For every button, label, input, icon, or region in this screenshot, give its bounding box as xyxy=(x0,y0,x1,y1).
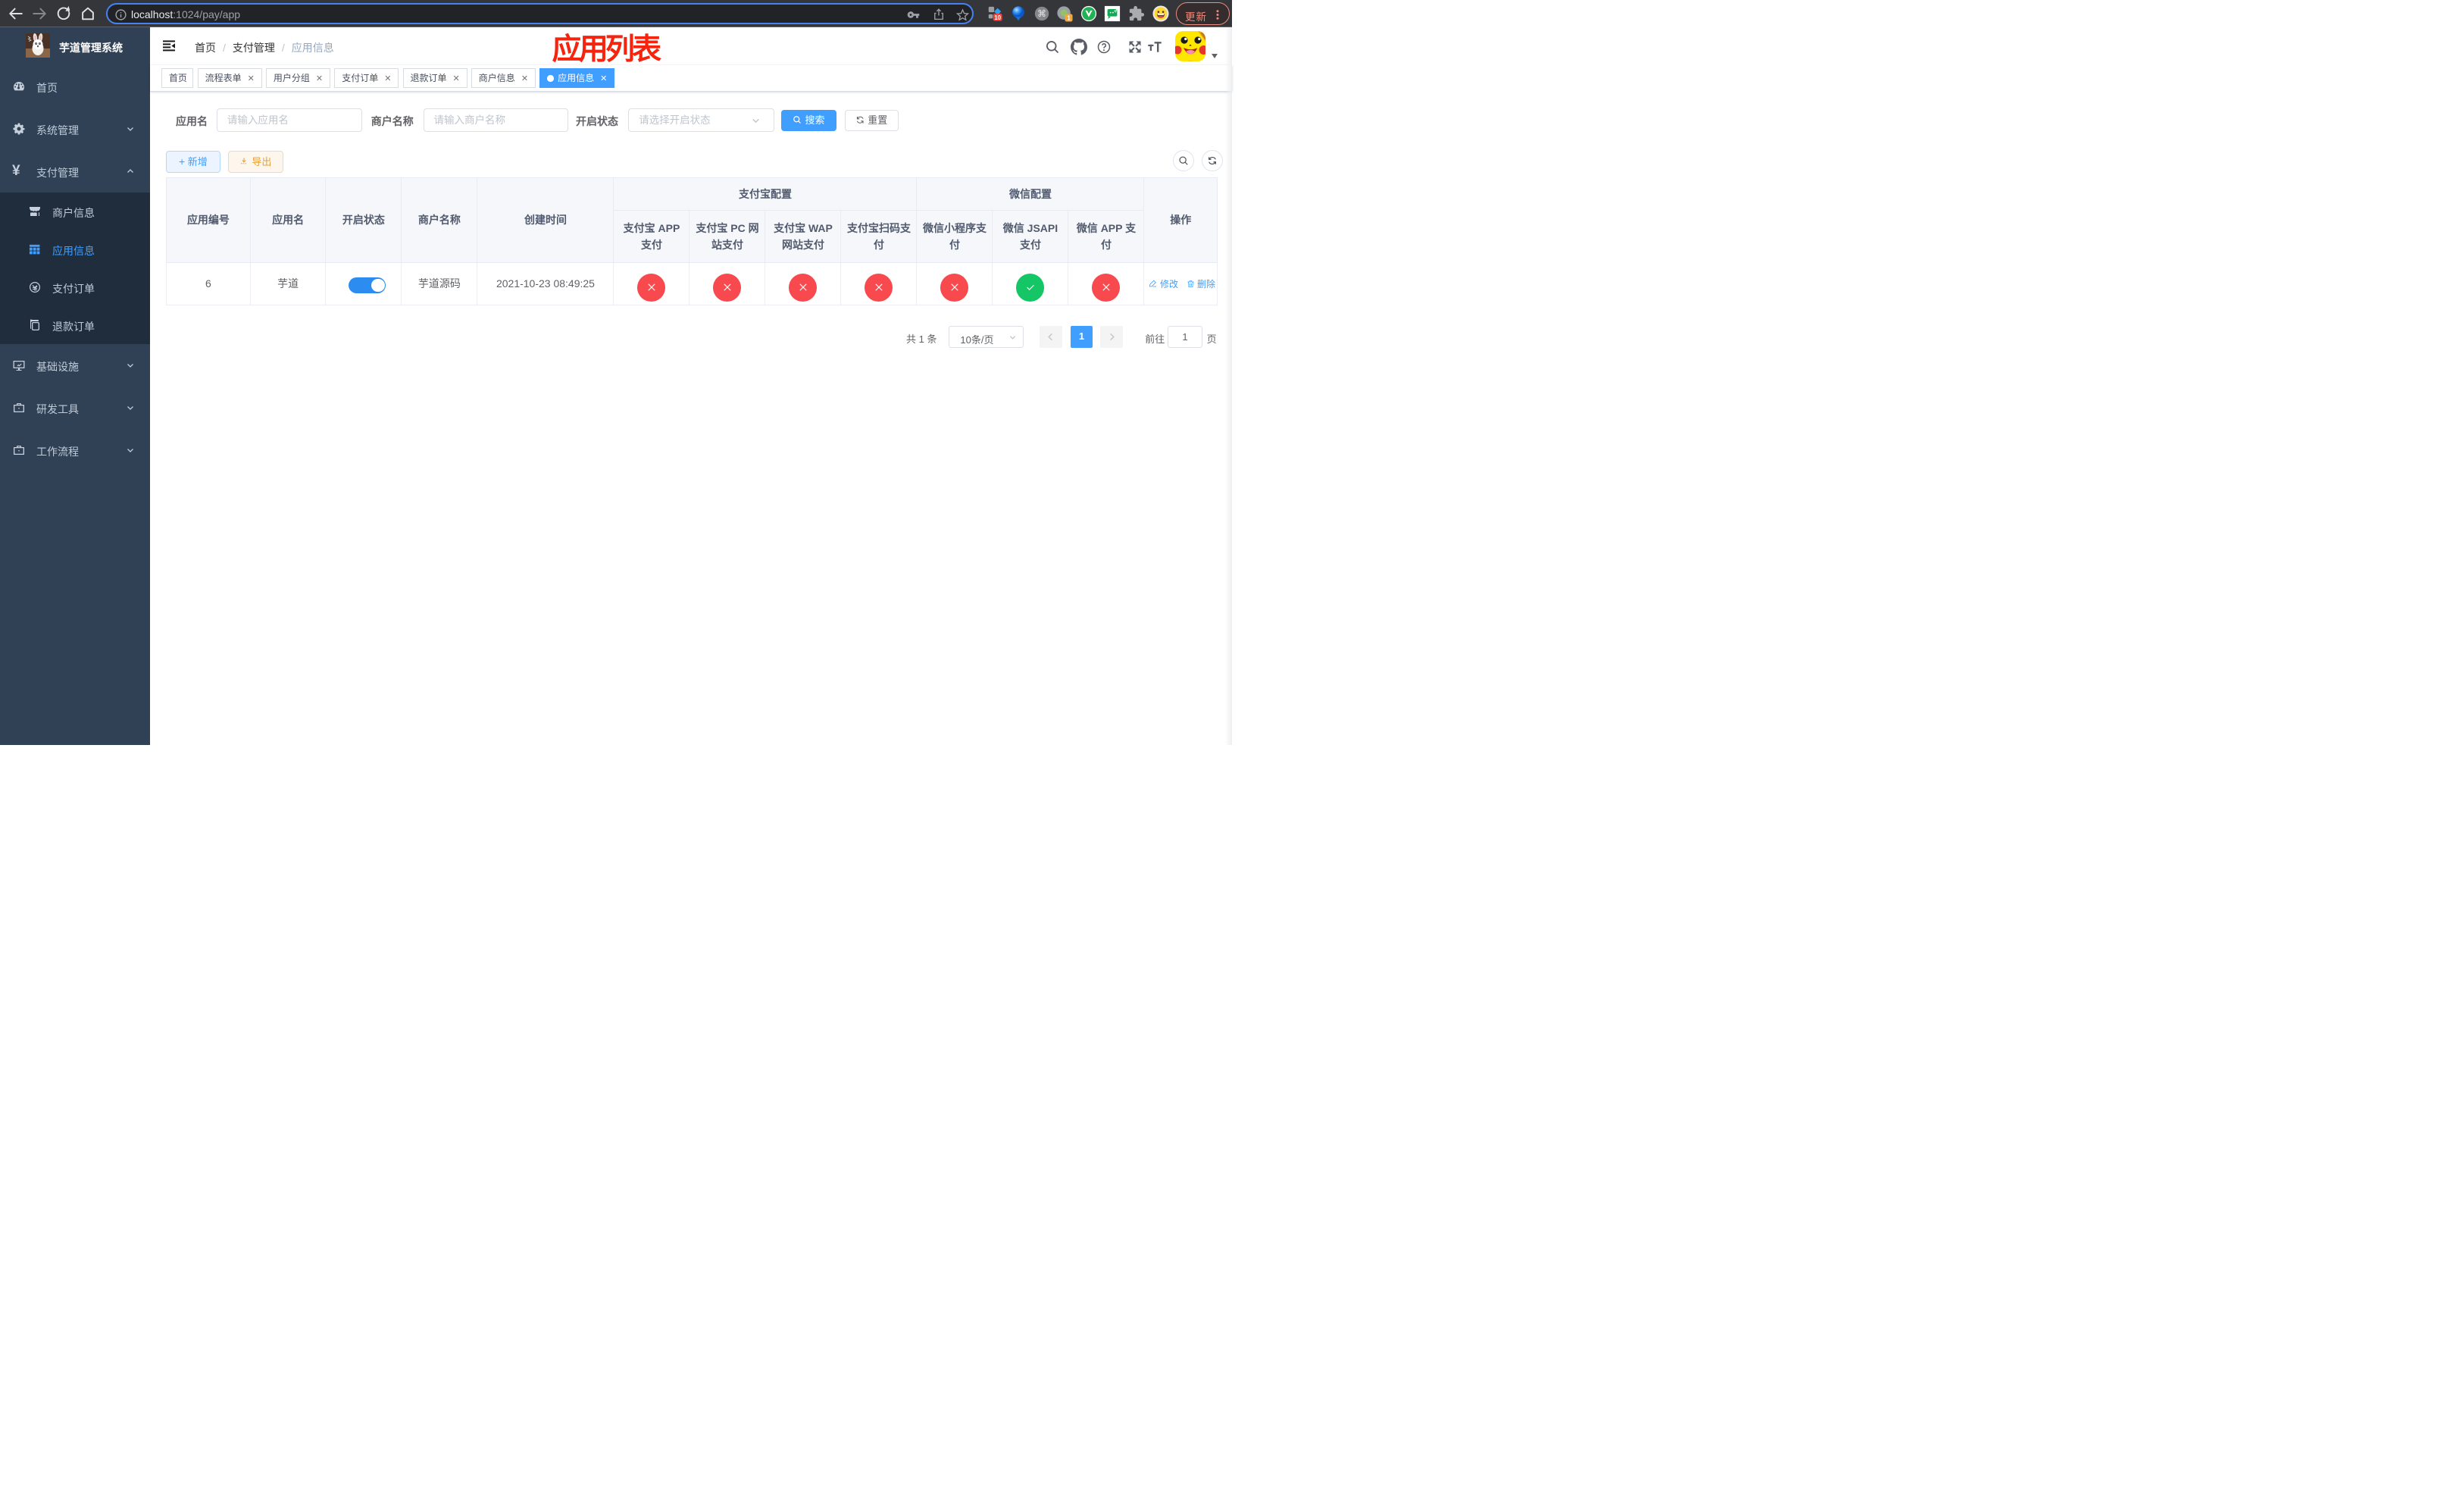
svg-text:10: 10 xyxy=(994,14,1001,21)
svg-text:⌘: ⌘ xyxy=(1037,8,1046,19)
svg-text:1: 1 xyxy=(1067,15,1071,22)
